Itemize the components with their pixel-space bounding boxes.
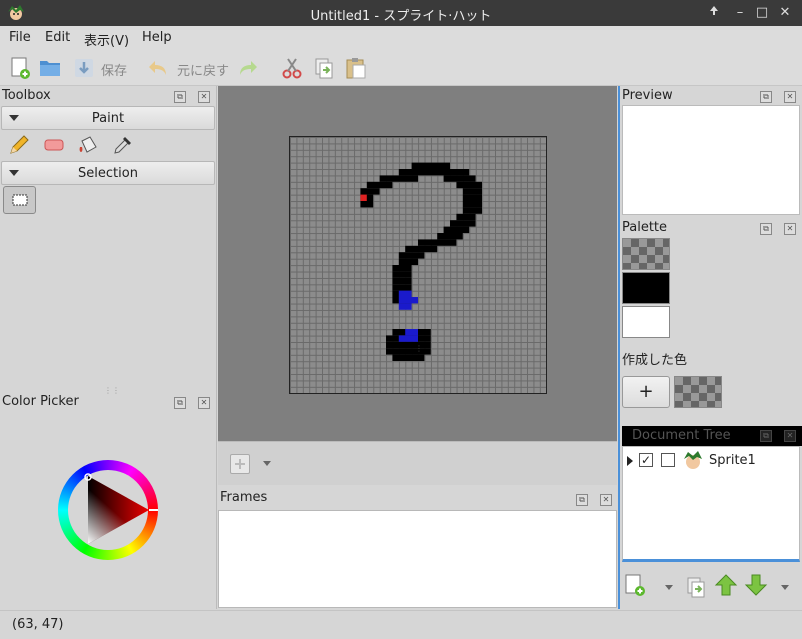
redo-icon[interactable] [236, 56, 260, 80]
lock-checkbox[interactable] [661, 453, 675, 467]
palette-swatch-black[interactable] [622, 272, 670, 304]
window-title: Untitled1 - スプライト·ハット [310, 9, 492, 24]
close-palette-button[interactable]: ✕ [784, 223, 796, 235]
visible-checkbox[interactable]: ✓ [639, 453, 653, 467]
toolbox-title: Toolbox [2, 88, 51, 103]
palette-swatch-transparent[interactable] [622, 238, 670, 270]
expand-arrow-icon[interactable] [627, 456, 633, 466]
paint-group-label: Paint [91, 111, 125, 126]
tree-item-sprite1[interactable]: ✓ Sprite1 [623, 450, 799, 472]
palette-swatch-white[interactable] [622, 306, 670, 338]
selection-group-header[interactable]: Selection [1, 161, 215, 185]
menu-view[interactable]: 表示(V) [84, 30, 129, 49]
preview-area [622, 105, 800, 215]
undo-button[interactable]: 元に戻す [177, 60, 229, 79]
add-frame-icon [235, 459, 245, 469]
frames-list[interactable] [218, 510, 617, 608]
move-down-icon[interactable] [744, 573, 768, 597]
new-file-icon[interactable] [8, 56, 32, 80]
copy-icon[interactable] [312, 56, 336, 80]
document-tree-header: Document Tree ⧉ ✕ [622, 426, 802, 446]
undock-color-picker-button[interactable]: ⧉ [174, 397, 186, 409]
sprite-thumbnail-icon [684, 451, 702, 469]
move-up-icon[interactable] [714, 573, 738, 597]
color-picker-title: Color Picker [2, 394, 79, 409]
menu-help[interactable]: Help [142, 30, 172, 45]
close-button[interactable]: ✕ [776, 4, 794, 22]
save-button[interactable]: 保存 [101, 60, 127, 79]
splitter-handle[interactable]: ⋮⋮ [104, 386, 120, 395]
add-frame-button[interactable] [230, 454, 250, 474]
keep-above-button[interactable] [705, 4, 723, 22]
undock-preview-button[interactable]: ⧉ [760, 91, 772, 103]
chevron-down-icon[interactable] [262, 460, 272, 468]
pencil-icon[interactable] [8, 134, 30, 156]
duplicate-layer-icon[interactable] [686, 576, 708, 598]
cursor-coordinates: (63, 47) [12, 617, 64, 632]
selection-group-label: Selection [78, 166, 138, 181]
menu-bar: File Edit 表示(V) Help [0, 26, 802, 50]
maximize-button[interactable]: □ [753, 4, 771, 22]
close-toolbox-button[interactable]: ✕ [198, 91, 210, 103]
close-frames-button[interactable]: ✕ [600, 494, 612, 506]
status-bar: (63, 47) [0, 610, 802, 639]
custom-color-swatch[interactable] [674, 376, 722, 408]
close-color-picker-button[interactable]: ✕ [198, 397, 210, 409]
undock-toolbox-button[interactable]: ⧉ [174, 91, 186, 103]
undock-palette-button[interactable]: ⧉ [760, 223, 772, 235]
document-tree-title: Document Tree [632, 428, 731, 443]
title-bar: Untitled1 - スプライト·ハット – □ ✕ [0, 0, 802, 26]
menu-edit[interactable]: Edit [45, 30, 70, 45]
paint-group-header[interactable]: Paint [1, 106, 215, 130]
saturation-value-triangle[interactable] [58, 460, 158, 560]
frames-title: Frames [220, 490, 268, 505]
cut-icon[interactable] [280, 56, 304, 80]
arrow-up-icon [710, 6, 718, 15]
frames-toolbar [218, 441, 617, 485]
chevron-down-icon[interactable] [780, 584, 790, 592]
undo-icon[interactable] [146, 56, 170, 80]
minimize-button[interactable]: – [731, 4, 749, 22]
fill-bucket-icon[interactable] [76, 133, 100, 157]
undock-document-tree-button[interactable]: ⧉ [760, 430, 772, 442]
chevron-down-icon[interactable] [664, 584, 674, 592]
add-custom-color-button[interactable]: + [622, 376, 670, 408]
left-dock: Toolbox ⧉ ✕ Paint Selection ⋮⋮ Color Pic… [0, 86, 217, 609]
pixel-canvas[interactable] [289, 136, 547, 394]
close-preview-button[interactable]: ✕ [784, 91, 796, 103]
toolbar: 保存 元に戻す [0, 50, 802, 86]
paste-icon[interactable] [344, 56, 368, 80]
new-layer-button[interactable] [624, 573, 646, 597]
frames-panel: Frames ⧉ ✕ [218, 486, 617, 609]
document-tree[interactable]: ✓ Sprite1 [622, 446, 800, 562]
open-folder-icon[interactable] [38, 56, 62, 80]
rect-select-icon [12, 194, 28, 206]
eyedropper-icon[interactable] [112, 134, 134, 156]
new-layer-icon [625, 574, 645, 596]
right-dock: Preview ⧉ ✕ Palette ⧉ ✕ 作成した色 + Document… [618, 86, 802, 609]
custom-colors-label: 作成した色 [622, 353, 688, 368]
rect-select-tool[interactable] [3, 186, 36, 214]
sprite-drawing [360, 162, 482, 361]
preview-title: Preview [622, 88, 673, 103]
splitter-handle[interactable]: ⋮ [415, 344, 423, 353]
menu-file[interactable]: File [9, 30, 31, 45]
close-document-tree-button[interactable]: ✕ [784, 430, 796, 442]
undock-frames-button[interactable]: ⧉ [576, 494, 588, 506]
canvas-area[interactable]: ⋮ [218, 86, 617, 441]
eraser-icon[interactable] [42, 134, 66, 156]
tree-item-label: Sprite1 [709, 453, 756, 468]
save-icon[interactable] [72, 56, 96, 80]
palette-title: Palette [622, 220, 668, 235]
